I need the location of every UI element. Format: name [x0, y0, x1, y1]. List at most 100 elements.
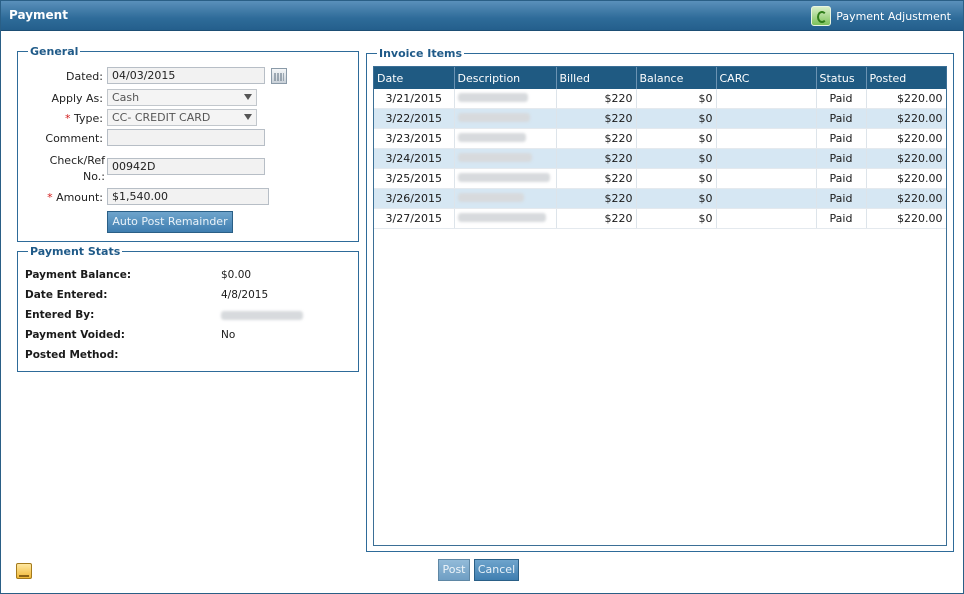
chevron-down-icon [244, 94, 252, 100]
stat-value: $0.00 [221, 269, 252, 281]
stat-label: Payment Voided: [25, 329, 125, 341]
cell-balance: $0 [636, 89, 717, 109]
cell-billed: $220 [556, 168, 637, 189]
dated-field[interactable]: 04/03/2015 [107, 67, 265, 84]
type-value: CC- CREDIT CARD [112, 111, 211, 124]
stat-label: Posted Method: [25, 349, 119, 361]
recycle-icon [811, 6, 832, 26]
apply-as-select[interactable]: Cash [107, 89, 257, 106]
required-marker: * [65, 112, 71, 125]
cell-posted: $220.00 [866, 168, 946, 189]
title-bar: Payment Payment Adjustment [1, 1, 963, 31]
column-header-posted[interactable]: Posted [866, 67, 946, 89]
cell-description [454, 188, 557, 209]
cell-status: Paid [816, 128, 867, 149]
cell-status: Paid [816, 168, 867, 189]
cell-date: 3/25/2015 [374, 168, 455, 189]
invoice-items-legend: Invoice Items [379, 47, 463, 60]
cell-billed: $220 [556, 188, 637, 209]
cell-balance: $0 [636, 168, 717, 189]
auto-post-remainder-button[interactable]: Auto Post Remainder [107, 211, 233, 233]
amount-field[interactable]: $1,540.00 [107, 188, 269, 205]
cell-description [454, 208, 557, 229]
post-button[interactable]: Post [438, 559, 470, 581]
check-ref-field[interactable]: 00942D [107, 158, 265, 175]
stat-label: Payment Balance: [25, 269, 132, 281]
cell-description [454, 108, 557, 129]
cell-date: 3/27/2015 [374, 208, 455, 229]
table-row[interactable]: 3/22/2015 $220 $0 Paid $220.00 [374, 108, 946, 129]
cell-posted: $220.00 [866, 188, 946, 209]
column-header-date[interactable]: Date [374, 67, 455, 89]
type-select[interactable]: CC- CREDIT CARD [107, 109, 257, 126]
table-row[interactable]: 3/21/2015 $220 $0 Paid $220.00 [374, 89, 946, 109]
cell-status: Paid [816, 148, 867, 169]
column-header-carc[interactable]: CARC [716, 67, 817, 89]
cell-posted: $220.00 [866, 148, 946, 169]
cell-billed: $220 [556, 208, 637, 229]
table-row[interactable]: 3/23/2015 $220 $0 Paid $220.00 [374, 128, 946, 149]
invoice-header-row: Date Description Billed Balance CARC Sta… [374, 67, 946, 89]
stat-value-redacted [221, 311, 303, 323]
cell-posted: $220.00 [866, 128, 946, 149]
type-label: Type: [74, 112, 103, 125]
table-row[interactable]: 3/25/2015 $220 $0 Paid $220.00 [374, 168, 946, 189]
chevron-down-icon [244, 114, 252, 120]
payment-adjustment-link[interactable]: Payment Adjustment [811, 6, 951, 26]
column-header-status[interactable]: Status [816, 67, 867, 89]
cell-date: 3/26/2015 [374, 188, 455, 209]
cell-carc [716, 208, 817, 229]
type-label-wrap: * Type: [31, 112, 103, 125]
cell-posted: $220.00 [866, 89, 946, 109]
apply-as-label: Apply As: [51, 92, 103, 105]
table-row[interactable]: 3/26/2015 $220 $0 Paid $220.00 [374, 188, 946, 209]
column-header-billed[interactable]: Billed [556, 67, 637, 89]
cell-balance: $0 [636, 108, 717, 129]
stat-label: Entered By: [25, 309, 95, 321]
required-marker: * [47, 191, 53, 204]
cell-balance: $0 [636, 188, 717, 209]
cell-posted: $220.00 [866, 208, 946, 229]
notes-icon[interactable] [16, 563, 32, 579]
cell-description [454, 128, 557, 149]
cell-status: Paid [816, 108, 867, 129]
payment-stats-legend: Payment Stats [30, 245, 121, 258]
window-title: Payment [9, 8, 68, 22]
cell-date: 3/21/2015 [374, 89, 455, 109]
cell-date: 3/24/2015 [374, 148, 455, 169]
cell-balance: $0 [636, 128, 717, 149]
cell-billed: $220 [556, 128, 637, 149]
cell-status: Paid [816, 89, 867, 109]
cell-posted: $220.00 [866, 108, 946, 129]
cell-carc [716, 148, 817, 169]
cell-description [454, 89, 557, 109]
cell-carc [716, 108, 817, 129]
cell-carc [716, 168, 817, 189]
stat-value: 4/8/2015 [221, 289, 269, 301]
payment-adjustment-label: Payment Adjustment [836, 9, 951, 23]
cell-description [454, 148, 557, 169]
cell-date: 3/22/2015 [374, 108, 455, 129]
cell-billed: $220 [556, 108, 637, 129]
cell-billed: $220 [556, 148, 637, 169]
comment-label: Comment: [45, 132, 103, 145]
table-row[interactable]: 3/24/2015 $220 $0 Paid $220.00 [374, 148, 946, 169]
cell-description [454, 168, 557, 189]
cell-balance: $0 [636, 148, 717, 169]
cell-carc [716, 188, 817, 209]
column-header-description[interactable]: Description [454, 67, 557, 89]
dated-label: Dated: [66, 70, 103, 83]
stat-value: No [221, 329, 236, 341]
cell-status: Paid [816, 188, 867, 209]
cell-balance: $0 [636, 208, 717, 229]
stat-label: Date Entered: [25, 289, 108, 301]
cell-billed: $220 [556, 89, 637, 109]
cell-date: 3/23/2015 [374, 128, 455, 149]
amount-label-wrap: * Amount: [31, 191, 103, 204]
cell-carc [716, 89, 817, 109]
comment-field[interactable] [107, 129, 265, 146]
calendar-icon[interactable] [271, 68, 287, 84]
table-row[interactable]: 3/27/2015 $220 $0 Paid $220.00 [374, 208, 946, 229]
cancel-button[interactable]: Cancel [474, 559, 519, 581]
column-header-balance[interactable]: Balance [636, 67, 717, 89]
